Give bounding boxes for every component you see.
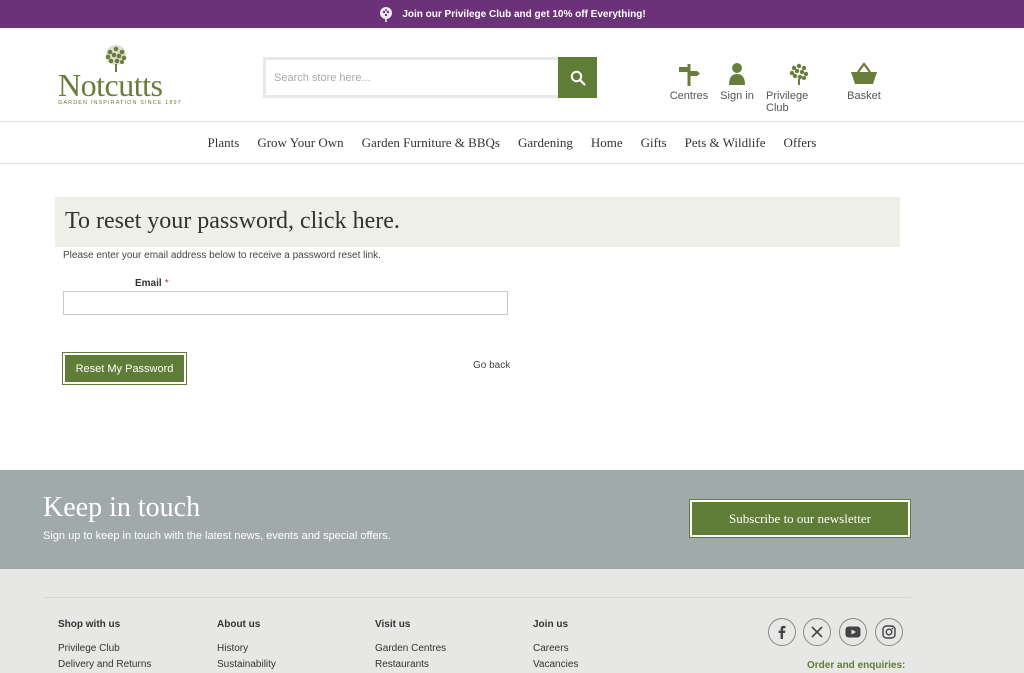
email-label: Email * [135,278,169,289]
tree-icon [789,63,809,85]
youtube-link[interactable] [839,618,867,646]
subscribe-button[interactable]: Subscribe to our newsletter [690,500,910,537]
promo-text: Join our Privilege Club and get 10% off … [402,8,646,20]
site-footer: Shop with us Privilege Club Delivery and… [0,569,1024,673]
facebook-icon [778,625,786,639]
site-header: Notcutts GARDEN INSPIRATION SINCE 1897 C… [0,28,1024,122]
x-link[interactable] [803,618,831,646]
sign-in-label: Sign in [720,90,754,102]
centres-link[interactable]: Centres [669,56,709,102]
keep-in-touch-text: Sign up to keep in touch with the latest… [43,530,391,542]
youtube-icon [845,626,861,638]
footer-link-restaurants[interactable]: Restaurants [375,659,446,670]
signpost-icon [679,64,700,86]
nav-garden-furniture[interactable]: Garden Furniture & BBQs [362,135,500,151]
reset-password-button[interactable]: Reset My Password [62,352,187,385]
page-title: To reset your password, click here. [65,208,400,234]
x-icon [811,626,823,638]
footer-column-join: Join us Careers Vacancies [533,619,578,673]
privilege-club-link[interactable]: Privilege Club [766,56,832,114]
logo-wordmark: Notcutts [58,67,163,103]
footer-link-sustainability[interactable]: Sustainability [217,659,276,670]
footer-column-title: Shop with us [58,619,121,630]
nav-offers[interactable]: Offers [783,135,816,151]
keep-in-touch-title: Keep in touch [43,492,201,523]
email-field[interactable] [63,291,508,315]
footer-link-delivery-returns[interactable]: Delivery and Returns [58,659,151,670]
sign-in-link[interactable]: Sign in [719,56,755,102]
footer-link-garden-centres[interactable]: Garden Centres [375,643,446,654]
nav-plants[interactable]: Plants [208,135,240,151]
footer-link-vacancies[interactable]: Vacancies [533,659,578,670]
footer-column-shop: Shop with us Privilege Club Delivery and… [58,619,151,673]
instagram-link[interactable] [875,618,903,646]
nav-gardening[interactable]: Gardening [518,135,573,151]
footer-column-about: About us History Sustainability [217,619,276,673]
footer-link-careers[interactable]: Careers [533,643,578,654]
nav-gifts[interactable]: Gifts [641,135,667,151]
footer-divider [43,597,911,598]
nav-grow-your-own[interactable]: Grow Your Own [257,135,343,151]
instagram-icon [882,625,896,639]
search-input[interactable] [263,57,558,98]
keep-in-touch-section: Keep in touch Sign up to keep in touch w… [0,470,1024,569]
nav-pets-wildlife[interactable]: Pets & Wildlife [685,135,766,151]
footer-link-history[interactable]: History [217,643,276,654]
go-back-link[interactable]: Go back [473,360,510,371]
footer-column-visit: Visit us Garden Centres Restaurants [375,619,446,673]
footer-column-title: Visit us [375,619,411,630]
basket-label: Basket [847,90,881,102]
footer-column-title: Join us [533,619,569,630]
order-enquiries-text: Order and enquiries: [807,660,906,671]
nav-home[interactable]: Home [591,135,623,151]
main-nav: Plants Grow Your Own Garden Furniture & … [0,122,1024,164]
basket-icon [851,62,877,84]
email-label-text: Email [135,278,162,289]
required-mark: * [164,278,169,289]
page-title-box: To reset your password, click here. [55,197,900,247]
search-icon [570,70,586,86]
search-button[interactable] [558,57,597,98]
user-icon [729,63,745,85]
promo-bar[interactable]: Join our Privilege Club and get 10% off … [0,0,1024,28]
facebook-link[interactable] [768,618,796,646]
centres-label: Centres [669,90,709,102]
privilege-club-label: Privilege Club [766,90,809,114]
logo-tagline: GARDEN INSPIRATION SINCE 1897 [58,100,182,106]
tree-icon [380,7,393,22]
basket-link[interactable]: Basket [845,56,883,102]
intro-text: Please enter your email address below to… [63,250,381,261]
footer-link-privilege-club[interactable]: Privilege Club [58,643,151,654]
footer-column-title: About us [217,619,261,630]
search-bar [263,57,597,98]
logo[interactable]: Notcutts GARDEN INSPIRATION SINCE 1897 [58,44,181,108]
